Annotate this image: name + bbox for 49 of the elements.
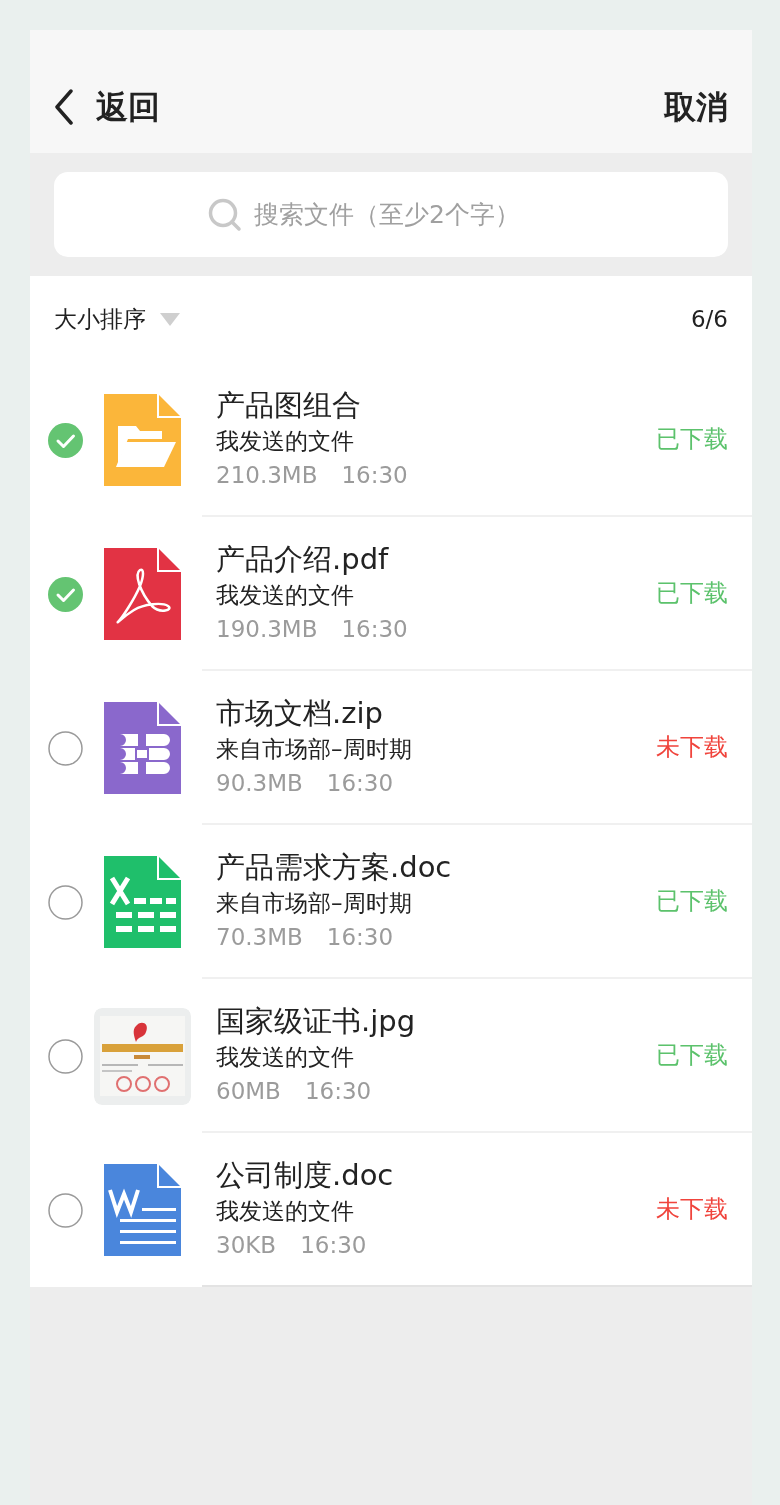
file-source: 我发送的文件: [216, 1197, 355, 1226]
download-status: 已下载: [656, 886, 728, 917]
file-size: 210.3MB: [216, 461, 318, 490]
file-source: 来自市场部–周时期: [216, 889, 413, 918]
file-source: 来自市场部–周时期: [216, 735, 413, 764]
file-time: 16:30: [341, 615, 408, 644]
folder-file-icon: [104, 394, 181, 486]
sort-dropdown[interactable]: 大小排序: [54, 302, 180, 337]
file-size: 30KB: [216, 1231, 277, 1260]
unchecked-checkbox[interactable]: [48, 884, 83, 920]
file-name: 国家级证书.jpg: [216, 1003, 417, 1040]
cancel-button[interactable]: 取消: [664, 83, 728, 131]
file-time: 16:30: [326, 923, 394, 952]
file-size: 60MB: [216, 1077, 281, 1106]
file-count: 6/6: [691, 305, 728, 335]
download-status: 已下载: [656, 424, 728, 455]
unchecked-checkbox[interactable]: [48, 1192, 83, 1228]
file-name: 产品需求方案.doc: [216, 849, 453, 886]
file-time: 16:30: [341, 461, 408, 490]
spreadsheet-file-icon: [104, 856, 181, 948]
caret-icon: [160, 313, 180, 326]
file-time: 16:30: [304, 1077, 372, 1106]
pdf-file-icon: [104, 548, 181, 640]
zip-file-icon: [104, 702, 181, 794]
file-source: 我发送的文件: [216, 427, 355, 456]
unchecked-checkbox[interactable]: [48, 730, 83, 766]
download-status: 已下载: [656, 578, 728, 609]
file-name: 产品图组合: [216, 387, 362, 424]
checked-checkbox[interactable]: [48, 422, 83, 458]
checked-checkbox[interactable]: [48, 576, 83, 612]
file-time: 16:30: [326, 769, 394, 798]
file-name: 公司制度.doc: [216, 1157, 395, 1194]
file-size: 190.3MB: [216, 615, 318, 644]
file-time: 16:30: [300, 1231, 367, 1260]
search-field[interactable]: 搜索文件（至少2个字）: [254, 195, 574, 234]
file-size: 90.3MB: [216, 769, 303, 798]
unchecked-checkbox[interactable]: [48, 1038, 83, 1074]
search-icon: [208, 197, 242, 232]
back-button[interactable]: 返回: [54, 83, 160, 131]
file-source: 我发送的文件: [216, 581, 355, 610]
file-size: 70.3MB: [216, 923, 303, 952]
word-file-icon: [104, 1164, 181, 1256]
file-name: 产品介绍.pdf: [216, 541, 390, 578]
file-source: 我发送的文件: [216, 1043, 355, 1072]
file-name: 市场文档.zip: [216, 695, 384, 732]
download-status: 未下载: [656, 732, 728, 763]
back-chevron-icon: [54, 89, 74, 125]
download-status: 已下载: [656, 1040, 728, 1071]
download-status: 未下载: [656, 1194, 728, 1225]
